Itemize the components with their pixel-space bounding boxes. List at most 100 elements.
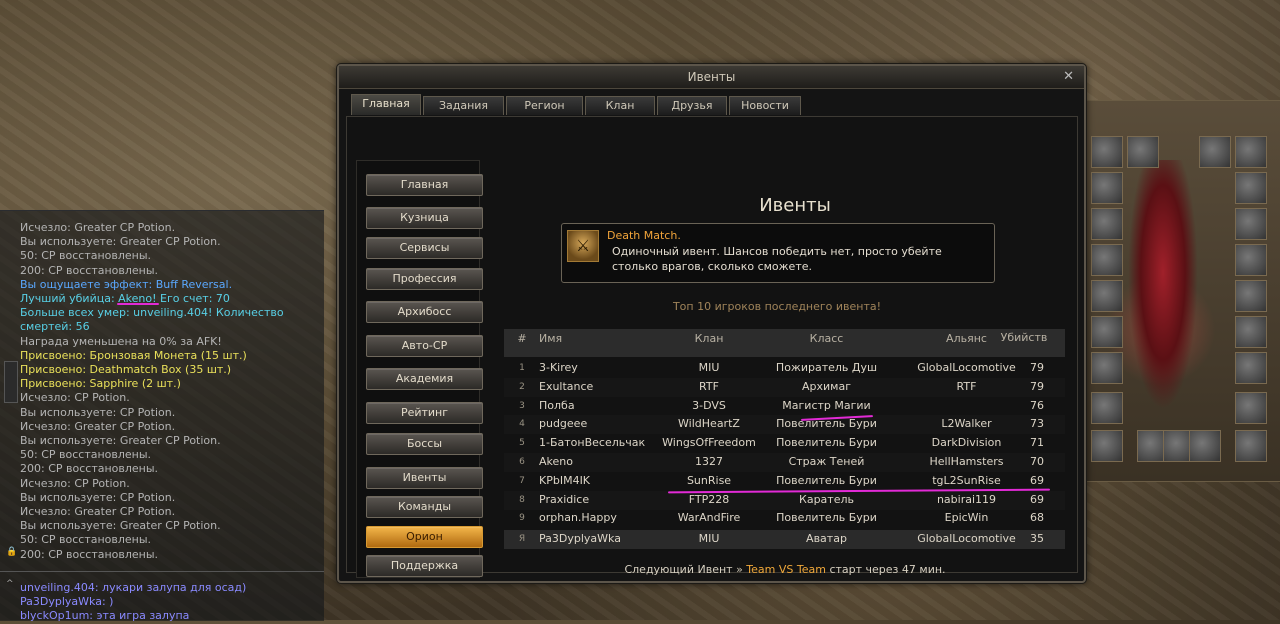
table-row[interactable]: 5 1-БатонВесельчак WingsOfFreedom Повелител… — [504, 434, 1065, 453]
table-row[interactable]: 9 orphan.Happy WarAndFire Повелитель Бури Ep… — [504, 509, 1065, 528]
equipment-slot[interactable] — [1091, 172, 1123, 204]
equipment-slot[interactable] — [1189, 430, 1221, 462]
cell-n: 7 — [519, 475, 525, 486]
menu-item-9[interactable]: Ивенты — [366, 467, 483, 489]
table-row[interactable]: 8 Praxidice FTP228 Каратель nabirai119 69 — [504, 490, 1065, 510]
equipment-slot[interactable] — [1091, 244, 1123, 276]
equipment-slot[interactable] — [1235, 280, 1267, 312]
cell-clan: WildHeartZ — [678, 417, 740, 431]
equipment-slot[interactable] — [1235, 208, 1267, 240]
equipment-slot[interactable] — [1235, 172, 1267, 204]
equipment-slot[interactable] — [1235, 136, 1267, 168]
window-titlebar[interactable]: Ивенты ✕ — [339, 66, 1084, 89]
chat-line: Больше всех умер: unveiling.404! Количес… — [20, 306, 284, 320]
cell-clan: 3-DVS — [692, 398, 726, 412]
equipment-slot[interactable] — [1091, 136, 1123, 168]
cell-cls: Повелитель Бури — [776, 436, 877, 450]
tab-1[interactable]: Задания — [423, 96, 504, 115]
cell-kills: 79 — [1030, 361, 1044, 374]
cell-kills: 79 — [1030, 379, 1044, 393]
cell-cls: Страж Теней — [788, 455, 865, 468]
tab-5[interactable]: Новости — [729, 96, 801, 115]
equipment-slot[interactable] — [1091, 430, 1123, 462]
equipment-slot[interactable] — [1235, 392, 1267, 424]
menu-item-10[interactable]: Команды — [366, 496, 483, 518]
event-description: Одиночный ивент. Шансов победить нет, пр… — [612, 245, 942, 273]
chat-window[interactable]: Исчезло: Greater CP Potion. Вы использует… — [0, 210, 324, 624]
equipment-slot[interactable] — [1235, 430, 1267, 462]
party-chat-line: Pa3DyplyaWka: ) — [20, 595, 114, 609]
tab-4[interactable]: Друзья — [657, 96, 727, 115]
chat-divider — [0, 571, 324, 572]
event-description-box: ⚔ Death Match. Одиночный ивент. Шансов п… — [561, 223, 995, 283]
table-row[interactable]: Я Pa3DyplyaWka MIU Аватар GlobalLocomotive 35 — [504, 530, 1065, 550]
event-icon: ⚔ — [567, 230, 599, 262]
tab-3[interactable]: Клан — [585, 96, 655, 115]
table-row[interactable]: 4 pudgeee WildHeartZ Повелитель Бури L2Walke… — [504, 415, 1065, 435]
equipment-slot[interactable] — [1199, 136, 1231, 168]
menu-item-11[interactable]: Орион — [366, 526, 483, 548]
menu-item-7[interactable]: Рейтинг — [366, 402, 483, 424]
table-header: # Имя Клан Класс Альянс Убийств — [504, 329, 1065, 357]
tab-0[interactable]: Главная — [351, 94, 421, 115]
equipment-slot[interactable] — [1235, 352, 1267, 384]
equipment-slot[interactable] — [1127, 136, 1159, 168]
party-chat-log: unveiling.404: лукари залупа для осад) Pa… — [20, 581, 246, 624]
equipment-slot[interactable] — [1235, 316, 1267, 348]
next-event-line: Следующий Ивент » Team VS Team старт чер… — [497, 563, 1073, 576]
menu-item-0[interactable]: Главная — [366, 174, 483, 196]
close-icon[interactable]: ✕ — [1063, 69, 1074, 84]
cell-kills: 71 — [1030, 436, 1044, 450]
table-row[interactable]: 6 Akeno 1327 Страж Теней HellHamsters 70 — [504, 453, 1065, 472]
side-menu: Главная Кузница Сервисы Профессия Архибосс Ав… — [356, 160, 483, 578]
table-row[interactable]: 2 Exultance RTF Архимаг RTF 79 — [504, 377, 1065, 397]
chat-line: Присвоено: Deathmatch Box (35 шт.) — [20, 363, 232, 377]
cell-n: 4 — [519, 419, 525, 430]
tab-2[interactable]: Регион — [506, 96, 583, 115]
lock-icon[interactable]: 🔒 — [6, 547, 17, 557]
cell-n: 1 — [519, 363, 525, 373]
menu-item-2[interactable]: Сервисы — [366, 237, 483, 259]
chat-scrollbar[interactable] — [4, 361, 18, 403]
equipment-slot[interactable] — [1091, 280, 1123, 312]
table-row[interactable]: 7 KPbIM4IK SunRise Повелитель Бури tgL2SunRi… — [504, 472, 1065, 491]
cell-cls: Архимаг — [802, 379, 851, 393]
table-row[interactable]: 3 Полба 3-DVS Магистр Магии 76 — [504, 397, 1065, 416]
chat-line: 50: CP восстановлены. — [20, 533, 152, 547]
cell-clan: MIU — [698, 361, 720, 374]
expand-icon[interactable]: ^ — [6, 579, 14, 589]
cell-n: 2 — [519, 381, 525, 392]
next-event-name[interactable]: Team VS Team — [746, 563, 826, 576]
cell-ally: GlobalLocomotive — [917, 532, 1016, 546]
cell-n: 3 — [519, 400, 525, 411]
menu-item-4[interactable]: Архибосс — [366, 301, 483, 323]
menu-item-6[interactable]: Академия — [366, 368, 483, 390]
menu-item-12[interactable]: Поддержка — [366, 555, 483, 577]
menu-item-5[interactable]: Авто-CP — [366, 335, 483, 357]
equipment-slot[interactable] — [1235, 244, 1267, 276]
cell-ally: nabirai119 — [936, 492, 997, 506]
cell-n: 9 — [519, 513, 525, 524]
ranking-table: # Имя Клан Класс Альянс Убийств 1 3-Kirey MIU По… — [504, 329, 1065, 561]
chat-line: Вы используете: Greater CP Potion. — [20, 434, 221, 448]
equipment-slot[interactable] — [1091, 392, 1123, 424]
menu-item-1[interactable]: Кузница — [366, 207, 483, 229]
chat-line: Исчезло: Greater CP Potion. — [20, 419, 176, 433]
chat-line: Исчезло: Greater CP Potion. — [20, 221, 176, 234]
cell-ally: tgL2SunRise — [932, 473, 1001, 487]
cell-n: 5 — [519, 438, 525, 449]
equipment-slot[interactable] — [1091, 208, 1123, 240]
cell-kills: 70 — [1030, 455, 1044, 468]
menu-item-8[interactable]: Боссы — [366, 433, 483, 455]
cell-clan: WarAndFire — [677, 511, 741, 525]
menu-item-3[interactable]: Профессия — [366, 268, 483, 290]
equipment-slot[interactable] — [1091, 316, 1123, 348]
next-event-label: Следующий Ивент — [624, 563, 733, 576]
cell-ally: L2Walker — [941, 417, 992, 431]
column-header: Клан — [694, 332, 724, 345]
chat-line: Вы ощущаете эффект: Buff Reversal. — [20, 277, 233, 291]
equipment-slot[interactable] — [1091, 352, 1123, 384]
table-row[interactable]: 1 3-Kirey MIU Пожиратель Душ GlobalLocomotiv… — [504, 359, 1065, 378]
character-model — [1128, 160, 1198, 410]
cell-n: 6 — [519, 457, 525, 467]
